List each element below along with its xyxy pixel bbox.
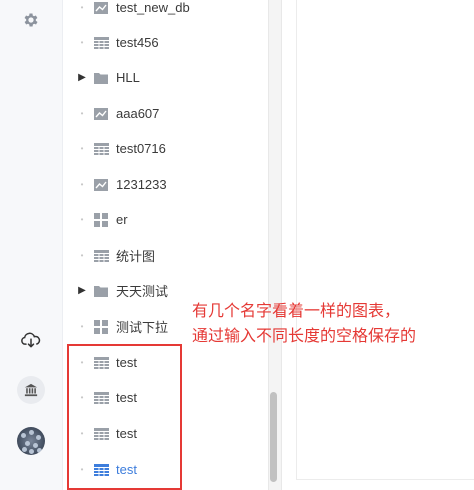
annotation-line-1: 有几个名字看着一样的图表， [192, 303, 401, 320]
tree-item-test-new-db[interactable]: • test_new_db [63, 0, 268, 25]
tree-item-label: 统计图 [116, 249, 156, 264]
table-icon [93, 142, 109, 156]
line-chart-icon [93, 1, 109, 15]
tree-item-er[interactable]: • er [63, 202, 268, 237]
tree-dot: • [80, 215, 84, 224]
folder-icon [93, 71, 109, 85]
tree-dot: • [80, 3, 84, 12]
tree-item-test0716[interactable]: • test0716 [63, 131, 268, 166]
table-icon [93, 249, 109, 263]
tree-dot: • [80, 38, 84, 47]
tree-dot: • [80, 144, 84, 153]
expand-caret-icon[interactable]: ▶ [73, 72, 91, 83]
dashboard-icon [93, 319, 109, 334]
tree-item-test456[interactable]: • test456 [63, 25, 268, 60]
line-chart-icon [93, 178, 109, 192]
folder-icon [93, 284, 109, 298]
tree-item-1231233[interactable]: • 1231233 [63, 167, 268, 202]
line-chart-icon [93, 107, 109, 121]
gear-icon[interactable] [15, 4, 47, 36]
tree-item-label: aaa607 [116, 106, 160, 121]
dashboard-icon [93, 212, 109, 227]
bank-icon[interactable] [15, 374, 47, 406]
table-icon [93, 36, 109, 50]
icon-rail [0, 0, 63, 490]
tree-item-label: 天天测试 [116, 284, 169, 299]
tree-item-tongjitu[interactable]: • 统计图 [63, 238, 268, 273]
tree-item-label: test_new_db [116, 0, 190, 15]
annotation-line-2: 通过输入不同长度的空格保存的 [192, 328, 417, 345]
annotation-highlight-box [67, 344, 182, 490]
scrollbar-thumb[interactable] [270, 392, 277, 482]
panel-divider [296, 0, 297, 480]
tree-dot: • [80, 251, 84, 260]
cloud-download-icon[interactable] [15, 324, 47, 356]
tree-folder-hll[interactable]: ▶ HLL [63, 60, 268, 95]
tree-dot: • [80, 180, 84, 189]
tree-dot: • [80, 109, 84, 118]
tree-item-aaa607[interactable]: • aaa607 [63, 96, 268, 131]
tree-item-label: test0716 [116, 141, 166, 156]
tree-dot: • [80, 322, 84, 331]
tree-item-label: HLL [116, 70, 140, 85]
bottom-divider [297, 479, 474, 480]
tree-item-label: er [116, 212, 128, 227]
tree-item-label: 测试下拉 [116, 320, 169, 335]
expand-caret-icon[interactable]: ▶ [73, 285, 91, 296]
tree-item-label: test456 [116, 35, 159, 50]
tree-item-label: 1231233 [116, 177, 167, 192]
annotation-text: 有几个名字看着一样的图表， 通过输入不同长度的空格保存的 [192, 299, 474, 349]
avatar[interactable] [15, 425, 47, 457]
